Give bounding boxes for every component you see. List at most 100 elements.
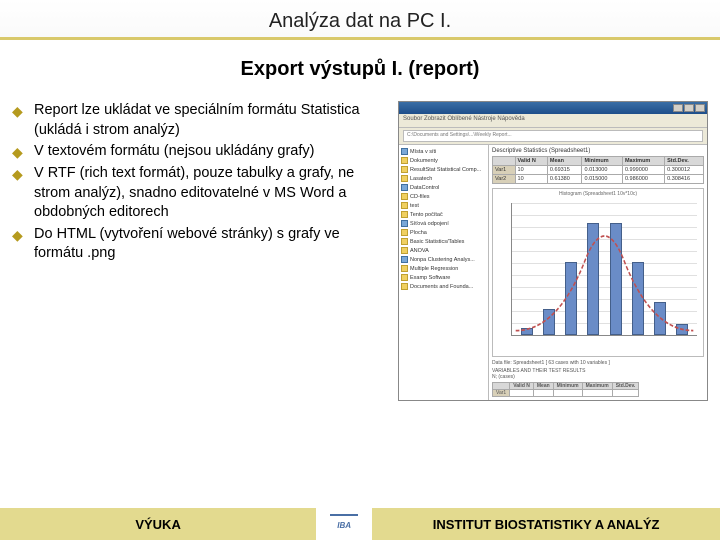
bullet-icon: ◆ xyxy=(12,225,34,264)
cell: Var1 xyxy=(493,166,516,175)
cell: 10 xyxy=(515,166,547,175)
folder-icon xyxy=(401,247,408,254)
chart-curve xyxy=(512,203,697,335)
tree-item: ANOVA xyxy=(401,246,486,255)
footer: VÝUKA IBA INSTITUT BIOSTATISTIKY A ANALÝ… xyxy=(0,508,720,540)
cell: Var1 xyxy=(493,390,510,397)
window-body: Místa v sítiDokumentyResultStat Statisti… xyxy=(399,144,707,400)
folder-icon xyxy=(401,211,408,218)
folder-icon xyxy=(401,166,408,173)
cell: Var2 xyxy=(493,175,516,184)
col-header: Minimum xyxy=(582,157,622,166)
tree-item: test xyxy=(401,201,486,210)
col-header: Mean xyxy=(547,157,582,166)
folder-icon xyxy=(401,193,408,200)
bullet-icon: ◆ xyxy=(12,142,34,162)
page-title: Analýza dat na PC I. xyxy=(0,0,720,40)
list-item: ◆ Do HTML (vytvoření webové stránky) s g… xyxy=(12,225,386,264)
n-line: N; (cases) xyxy=(492,374,704,380)
folder-icon xyxy=(401,274,408,281)
tree-item: Lasatech xyxy=(401,174,486,183)
stats-table: Valid NMeanMinimumMaximumStd.Dev.Var1100… xyxy=(492,156,704,184)
folder-icon xyxy=(401,256,408,263)
folder-icon xyxy=(401,184,408,191)
footer-left: VÝUKA xyxy=(0,508,316,540)
cell xyxy=(612,390,639,397)
stats-table-2: Valid NMeanMinimumMaximumStd.Dev. Var1 xyxy=(492,382,639,397)
col-header: Std.Dev. xyxy=(612,383,639,390)
tree-item: Documents and Founda... xyxy=(401,282,486,291)
bullet-text: V textovém formátu (nejsou ukládány graf… xyxy=(34,142,386,162)
folder-icon xyxy=(401,157,408,164)
col-header: Valid N xyxy=(515,157,547,166)
folder-icon xyxy=(401,202,408,209)
chart-plot xyxy=(511,203,697,336)
cell xyxy=(582,390,612,397)
bullet-icon: ◆ xyxy=(12,101,34,140)
address-bar: C:\Documents and Settings\...\Weekly Rep… xyxy=(403,130,703,142)
main-pane: Descriptive Statistics (Spreadsheet1) Va… xyxy=(489,145,707,400)
col-header: Minimum xyxy=(553,383,582,390)
folder-icon xyxy=(401,238,408,245)
col-header xyxy=(493,157,516,166)
cell xyxy=(510,390,534,397)
tree-item: Basic Statistics/Tables xyxy=(401,237,486,246)
cell: 0.013000 xyxy=(582,166,622,175)
tree-item: Multiple Regression xyxy=(401,264,486,273)
tree-item: Místa v síti xyxy=(401,147,486,156)
col-header: Valid N xyxy=(510,383,534,390)
cell: 0.308416 xyxy=(665,175,704,184)
cell: 0.999000 xyxy=(622,166,664,175)
cell: 0.986000 xyxy=(622,175,664,184)
stats-title: Descriptive Statistics (Spreadsheet1) xyxy=(492,148,704,154)
window-menu: Soubor Zobrazit Oblíbené Nástroje Nápově… xyxy=(399,114,707,128)
tree-item: Nonpa Clustering Analys... xyxy=(401,255,486,264)
tree-item: CD-files xyxy=(401,192,486,201)
cell: 0.69315 xyxy=(547,166,582,175)
folder-icon xyxy=(401,148,408,155)
tree-item: Plocha xyxy=(401,228,486,237)
cell: 0.015000 xyxy=(582,175,622,184)
histogram: Histogram (Spreadsheet1 10v*10c) xyxy=(492,188,704,357)
below-text: Data file: Spreadsheet1 [ 63 cases with … xyxy=(492,360,704,397)
close-icon xyxy=(695,104,705,112)
tree-item: DataControl xyxy=(401,183,486,192)
col-header: Mean xyxy=(533,383,553,390)
col-header: Std.Dev. xyxy=(665,157,704,166)
list-item: ◆ Report lze ukládat ve speciálním formá… xyxy=(12,101,386,140)
folder-icon xyxy=(401,229,408,236)
cell: 0.300012 xyxy=(665,166,704,175)
tree-item: Tento počítač xyxy=(401,210,486,219)
tree-item: Examp Software xyxy=(401,273,486,282)
iba-logo-icon: IBA xyxy=(330,514,358,534)
col-header: Maximum xyxy=(622,157,664,166)
page-subtitle: Export výstupů I. (report) xyxy=(0,58,720,81)
maximize-icon xyxy=(684,104,694,112)
bullet-text: V RTF (rich text formát), pouze tabulky … xyxy=(34,164,386,223)
folder-icon xyxy=(401,175,408,182)
minimize-icon xyxy=(673,104,683,112)
folder-tree: Místa v sítiDokumentyResultStat Statisti… xyxy=(399,145,489,400)
chart-title: Histogram (Spreadsheet1 10v*10c) xyxy=(493,191,703,197)
list-item: ◆ V RTF (rich text formát), pouze tabulk… xyxy=(12,164,386,223)
content-area: ◆ Report lze ukládat ve speciálním formá… xyxy=(0,101,720,401)
tree-item: Dokumenty xyxy=(401,156,486,165)
bullet-icon: ◆ xyxy=(12,164,34,223)
tree-item: ResultStat Statistical Comp... xyxy=(401,165,486,174)
bullet-text: Report lze ukládat ve speciálním formátu… xyxy=(34,101,386,140)
folder-icon xyxy=(401,265,408,272)
folder-icon xyxy=(401,220,408,227)
cell xyxy=(533,390,553,397)
col-header: Maximum xyxy=(582,383,612,390)
cell xyxy=(553,390,582,397)
bullet-text: Do HTML (vytvoření webové stránky) s gra… xyxy=(34,225,386,264)
window-titlebar xyxy=(399,102,707,114)
folder-icon xyxy=(401,283,408,290)
list-item: ◆ V textovém formátu (nejsou ukládány gr… xyxy=(12,142,386,162)
tree-item: Síťová odpojení xyxy=(401,219,486,228)
data-file-line: Data file: Spreadsheet1 [ 63 cases with … xyxy=(492,360,704,366)
screenshot-panel: Soubor Zobrazit Oblíbené Nástroje Nápově… xyxy=(398,101,708,401)
footer-right: INSTITUT BIOSTATISTIKY A ANALÝZ xyxy=(372,508,720,540)
col-header xyxy=(493,383,510,390)
cell: 10 xyxy=(515,175,547,184)
